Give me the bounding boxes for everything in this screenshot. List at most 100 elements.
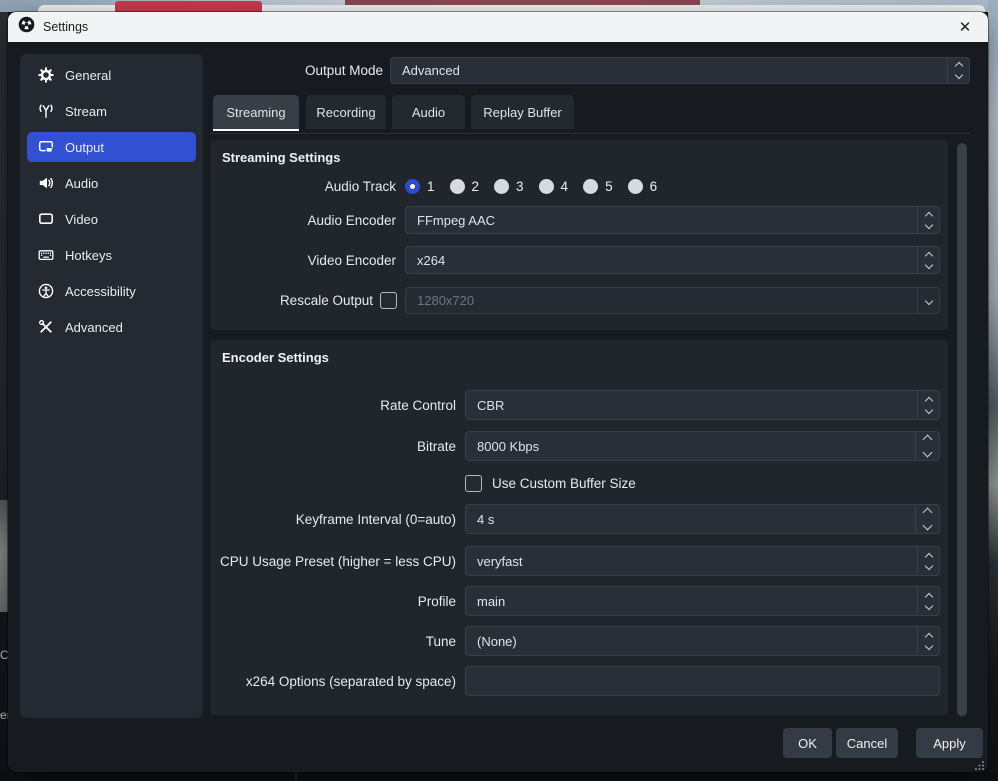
bitrate-spinbox[interactable]: 8000 Kbps <box>465 431 940 461</box>
sidebar-item-advanced[interactable]: Advanced <box>27 312 196 342</box>
radio-icon[interactable] <box>494 179 509 194</box>
tab-label: Recording <box>316 105 375 120</box>
video-encoder-value: x264 <box>406 253 917 268</box>
audio-encoder-select[interactable]: FFmpeg AAC <box>405 206 940 234</box>
tab-streaming[interactable]: Streaming <box>213 95 299 129</box>
audio-track-option-3[interactable]: 3 <box>494 179 524 194</box>
audio-track-label: Audio Track <box>210 179 396 194</box>
output-mode-label: Output Mode <box>213 63 383 78</box>
rescale-resolution-select[interactable]: 1280x720 <box>405 287 940 314</box>
monitor-icon <box>37 211 54 228</box>
scrollbar-handle[interactable] <box>957 143 967 716</box>
vertical-scrollbar[interactable] <box>957 143 967 718</box>
combo-arrows-icon <box>917 391 939 419</box>
obs-logo-icon <box>18 16 35 38</box>
sidebar-item-general[interactable]: General <box>27 60 196 90</box>
combo-arrows-icon <box>947 58 969 83</box>
radio-label: 2 <box>472 179 480 194</box>
audio-track-option-5[interactable]: 5 <box>583 179 613 194</box>
audio-track-option-4[interactable]: 4 <box>539 179 569 194</box>
accessibility-icon <box>37 283 54 300</box>
rescale-output-row: Rescale Output 1280x720 <box>210 287 940 314</box>
rate-control-row: Rate Control CBR <box>210 390 940 420</box>
profile-select[interactable]: main <box>465 586 940 616</box>
ok-button[interactable]: OK <box>783 728 832 758</box>
tab-audio[interactable]: Audio <box>392 95 465 129</box>
desktop-background-left <box>0 12 8 781</box>
apply-button[interactable]: Apply <box>916 728 983 758</box>
custom-buffer-row: Use Custom Buffer Size <box>210 475 940 492</box>
audio-track-option-2[interactable]: 2 <box>450 179 480 194</box>
button-label: OK <box>798 736 817 751</box>
tune-label: Tune <box>210 634 456 649</box>
sidebar-item-audio[interactable]: Audio <box>27 168 196 198</box>
sidebar-item-hotkeys[interactable]: Hotkeys <box>27 240 196 270</box>
tab-label: Replay Buffer <box>483 105 562 120</box>
output-mode-select[interactable]: Advanced <box>390 57 970 84</box>
combo-arrows-icon <box>917 207 939 233</box>
background-text-fragment: er <box>0 708 8 722</box>
output-icon <box>37 139 54 156</box>
sidebar-item-output[interactable]: Output <box>27 132 196 162</box>
panel-title: Encoder Settings <box>222 350 329 365</box>
rescale-output-label: Rescale Output <box>210 293 373 308</box>
keyframe-interval-value: 4 s <box>466 512 915 527</box>
x264-options-input[interactable] <box>465 666 940 696</box>
radio-label: 1 <box>427 179 435 194</box>
radio-label: 6 <box>650 179 658 194</box>
tab-replay-buffer[interactable]: Replay Buffer <box>471 95 574 129</box>
tune-select[interactable]: (None) <box>465 626 940 656</box>
cancel-button[interactable]: Cancel <box>836 728 898 758</box>
sidebar-item-stream[interactable]: Stream <box>27 96 196 126</box>
resize-grip[interactable] <box>974 758 985 769</box>
radio-icon[interactable] <box>583 179 598 194</box>
sidebar-item-label: Accessibility <box>65 284 136 299</box>
keyframe-interval-spinbox[interactable]: 4 s <box>465 504 940 534</box>
tab-label: Audio <box>412 105 445 120</box>
dropdown-arrow-icon <box>917 288 939 313</box>
sidebar-item-label: Video <box>65 212 98 227</box>
spinbox-arrows-icon[interactable] <box>915 432 939 460</box>
radio-checked-icon[interactable] <box>405 179 420 194</box>
streaming-settings-panel: Streaming Settings Audio Track 1 2 <box>210 140 948 330</box>
custom-buffer-checkbox[interactable] <box>465 475 482 492</box>
sidebar-item-accessibility[interactable]: Accessibility <box>27 276 196 306</box>
background-text-fragment: Ca <box>0 648 8 662</box>
cpu-preset-select[interactable]: veryfast <box>465 546 940 576</box>
radio-icon[interactable] <box>628 179 643 194</box>
cpu-preset-label: CPU Usage Preset (higher = less CPU) <box>210 554 456 569</box>
tab-label: Streaming <box>226 105 285 120</box>
keyframe-interval-row: Keyframe Interval (0=auto) 4 s <box>210 504 940 534</box>
spinbox-arrows-icon[interactable] <box>915 505 939 533</box>
settings-window: Settings ✕ General <box>8 12 988 772</box>
rate-control-select[interactable]: CBR <box>465 390 940 420</box>
close-button[interactable]: ✕ <box>948 12 982 42</box>
rate-control-label: Rate Control <box>210 398 456 413</box>
speaker-icon <box>37 175 54 192</box>
radio-icon[interactable] <box>539 179 554 194</box>
button-label: Apply <box>933 736 966 751</box>
tune-value: (None) <box>466 634 917 649</box>
sidebar-item-label: Output <box>65 140 104 155</box>
tab-recording[interactable]: Recording <box>306 95 386 129</box>
custom-buffer-label: Use Custom Buffer Size <box>492 476 636 491</box>
radio-label: 3 <box>516 179 524 194</box>
output-mode-value: Advanced <box>391 63 947 78</box>
background-photo-fragment <box>0 500 8 612</box>
profile-label: Profile <box>210 594 456 609</box>
titlebar[interactable]: Settings ✕ <box>8 12 988 42</box>
sidebar-item-label: Hotkeys <box>65 248 112 263</box>
rescale-resolution-value: 1280x720 <box>406 293 917 308</box>
sidebar-item-video[interactable]: Video <box>27 204 196 234</box>
audio-track-radios: 1 2 3 4 <box>405 179 657 194</box>
radio-icon[interactable] <box>450 179 465 194</box>
screen: Ca er Settings ✕ <box>0 0 998 781</box>
profile-value: main <box>466 594 917 609</box>
audio-track-option-1[interactable]: 1 <box>405 179 435 194</box>
audio-track-option-6[interactable]: 6 <box>628 179 658 194</box>
rescale-output-checkbox[interactable] <box>380 292 397 309</box>
keyboard-icon <box>37 247 54 264</box>
audio-encoder-label: Audio Encoder <box>210 213 396 228</box>
video-encoder-select[interactable]: x264 <box>405 246 940 274</box>
radio-label: 5 <box>605 179 613 194</box>
